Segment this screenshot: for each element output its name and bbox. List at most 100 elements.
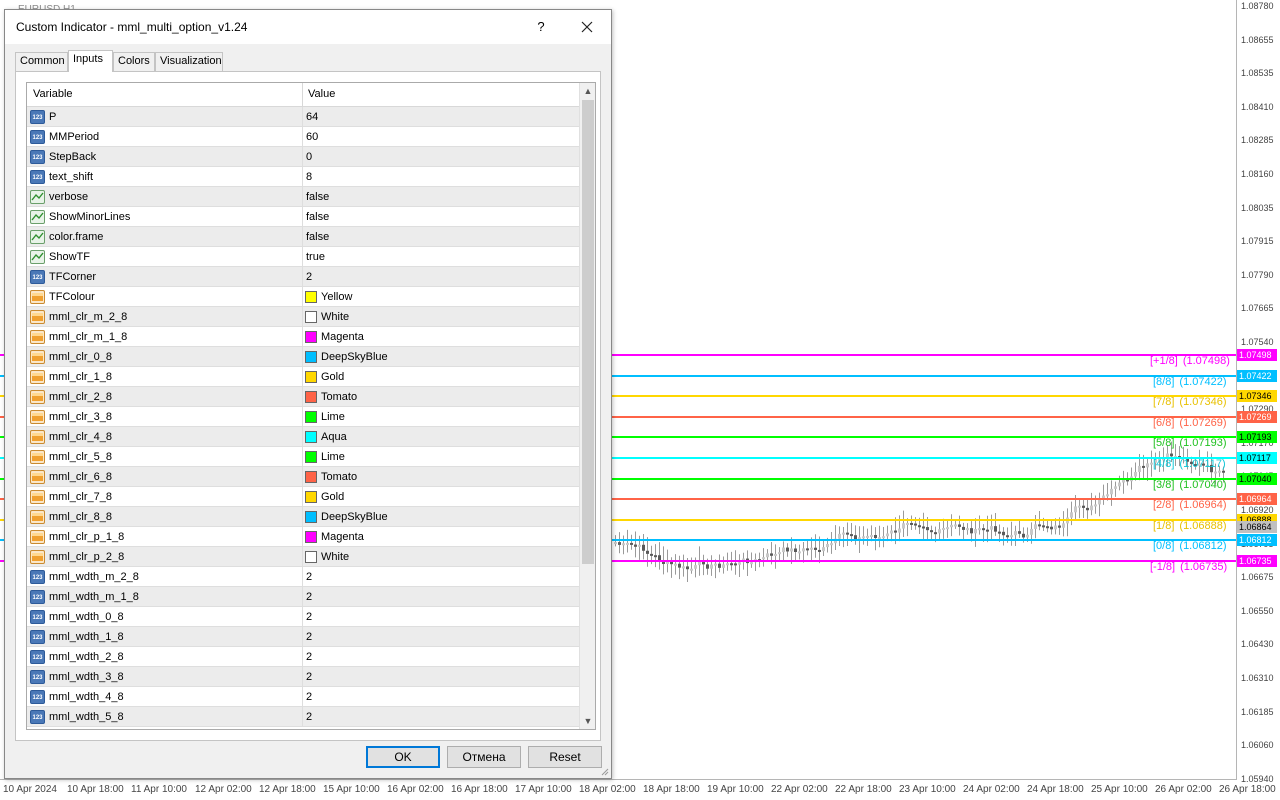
input-row-mml_clr_m_1_8[interactable]: mml_clr_m_1_8 Magenta [27,327,579,347]
input-row-MMPeriod[interactable]: 123 MMPeriod 60 [27,127,579,147]
variable-value[interactable]: 64 [306,111,318,123]
input-row-mml_wdth_4_8[interactable]: 123 mml_wdth_4_8 2 [27,687,579,707]
scroll-down-icon[interactable]: ▼ [580,713,595,729]
variable-value[interactable]: 2 [306,611,312,623]
cell-divider [302,347,303,367]
variable-name: mml_clr_5_8 [49,451,112,463]
color-swatch[interactable] [305,311,317,323]
variable-value[interactable]: Aqua [321,431,347,443]
variable-value[interactable]: White [321,551,349,563]
tab-visualization[interactable]: Visualization [155,52,223,71]
variable-value[interactable]: Magenta [321,331,364,343]
input-row-TFColour[interactable]: TFColour Yellow [27,287,579,307]
input-row-mml_clr_p_2_8[interactable]: mml_clr_p_2_8 White [27,547,579,567]
input-row-mml_wdth_2_8[interactable]: 123 mml_wdth_2_8 2 [27,647,579,667]
variable-value[interactable]: false [306,231,329,243]
color-swatch[interactable] [305,451,317,463]
input-row-color.frame[interactable]: color.frame false [27,227,579,247]
input-row-mml_wdth_m_2_8[interactable]: 123 mml_wdth_m_2_8 2 [27,567,579,587]
variable-value[interactable]: 2 [306,571,312,583]
color-swatch[interactable] [305,291,317,303]
variable-value[interactable]: 2 [306,711,312,723]
color-swatch[interactable] [305,371,317,383]
scroll-up-icon[interactable]: ▲ [580,83,595,99]
variable-value[interactable]: 2 [306,591,312,603]
variable-value[interactable]: Tomato [321,471,357,483]
color-swatch[interactable] [305,511,317,523]
input-row-mml_clr_3_8[interactable]: mml_clr_3_8 Lime [27,407,579,427]
variable-value[interactable]: 2 [306,631,312,643]
color-swatch[interactable] [305,351,317,363]
input-row-mml_clr_m_2_8[interactable]: mml_clr_m_2_8 White [27,307,579,327]
input-row-mml_clr_0_8[interactable]: mml_clr_0_8 DeepSkyBlue [27,347,579,367]
input-row-mml_wdth_1_8[interactable]: 123 mml_wdth_1_8 2 [27,627,579,647]
cancel-button[interactable]: Отмена [447,746,521,768]
input-row-mml_clr_4_8[interactable]: mml_clr_4_8 Aqua [27,427,579,447]
input-row-StepBack[interactable]: 123 StepBack 0 [27,147,579,167]
variable-value[interactable]: Magenta [321,531,364,543]
variable-value[interactable]: 2 [306,651,312,663]
variable-value[interactable]: true [306,251,325,263]
variable-value[interactable]: Lime [321,411,345,423]
input-row-mml_wdth_3_8[interactable]: 123 mml_wdth_3_8 2 [27,667,579,687]
variable-value[interactable]: White [321,311,349,323]
input-row-ShowMinorLines[interactable]: ShowMinorLines false [27,207,579,227]
color-swatch[interactable] [305,331,317,343]
variable-value[interactable]: Gold [321,371,344,383]
variable-value[interactable]: Yellow [321,291,352,303]
input-row-mml_wdth_m_1_8[interactable]: 123 mml_wdth_m_1_8 2 [27,587,579,607]
color-swatch[interactable] [305,391,317,403]
dialog-titlebar[interactable]: Custom Indicator - mml_multi_option_v1.2… [5,10,611,44]
variable-value[interactable]: 60 [306,131,318,143]
variable-value[interactable]: Tomato [321,391,357,403]
tab-inputs[interactable]: Inputs [68,50,113,72]
color-swatch[interactable] [305,411,317,423]
ok-button[interactable]: OK [366,746,440,768]
column-divider[interactable] [302,83,303,107]
input-row-mml_clr_p_1_8[interactable]: mml_clr_p_1_8 Magenta [27,527,579,547]
input-row-mml_clr_2_8[interactable]: mml_clr_2_8 Tomato [27,387,579,407]
color-swatch[interactable] [305,431,317,443]
tab-common[interactable]: Common [15,52,68,71]
input-row-mml_clr_5_8[interactable]: mml_clr_5_8 Lime [27,447,579,467]
resize-grip-icon[interactable] [599,766,609,776]
candle-body [958,524,961,527]
input-row-P[interactable]: 123 P 64 [27,107,579,127]
variable-value[interactable]: 2 [306,691,312,703]
variable-value[interactable]: Gold [321,491,344,503]
color-swatch[interactable] [305,491,317,503]
variable-value[interactable]: 8 [306,171,312,183]
reset-button[interactable]: Reset [528,746,602,768]
input-row-mml_wdth_5_8[interactable]: 123 mml_wdth_5_8 2 [27,707,579,727]
input-row-verbose[interactable]: verbose false [27,187,579,207]
input-row-mml_clr_7_8[interactable]: mml_clr_7_8 Gold [27,487,579,507]
variable-value[interactable]: 0 [306,151,312,163]
variable-value[interactable]: 2 [306,271,312,283]
tab-colors[interactable]: Colors [113,52,155,71]
input-row-TFCorner[interactable]: 123 TFCorner 2 [27,267,579,287]
input-row-mml_clr_6_8[interactable]: mml_clr_6_8 Tomato [27,467,579,487]
input-row-ShowTF[interactable]: ShowTF true [27,247,579,267]
level-fraction: [5/8] [1153,437,1175,449]
variable-value[interactable]: DeepSkyBlue [321,351,388,363]
color-swatch[interactable] [305,471,317,483]
variable-value[interactable]: DeepSkyBlue [321,511,388,523]
column-header-value[interactable]: Value [308,88,335,100]
help-button[interactable]: ? [529,16,553,38]
column-header-variable[interactable]: Variable [33,88,73,100]
input-row-mml_clr_1_8[interactable]: mml_clr_1_8 Gold [27,367,579,387]
variable-value[interactable]: false [306,191,329,203]
input-row-mml_clr_8_8[interactable]: mml_clr_8_8 DeepSkyBlue [27,507,579,527]
input-row-mml_wdth_0_8[interactable]: 123 mml_wdth_0_8 2 [27,607,579,627]
variable-value[interactable]: Lime [321,451,345,463]
scroll-thumb[interactable] [582,100,594,564]
input-row-text_shift[interactable]: 123 text_shift 8 [27,167,579,187]
vertical-scrollbar[interactable]: ▲ ▼ [579,83,595,729]
variable-value[interactable]: false [306,211,329,223]
color-swatch[interactable] [305,531,317,543]
close-button[interactable] [571,14,603,40]
color-swatch[interactable] [305,551,317,563]
variable-value[interactable]: 2 [306,671,312,683]
candle-body [974,528,977,534]
price-tick-label: 1.06310 [1241,673,1274,683]
